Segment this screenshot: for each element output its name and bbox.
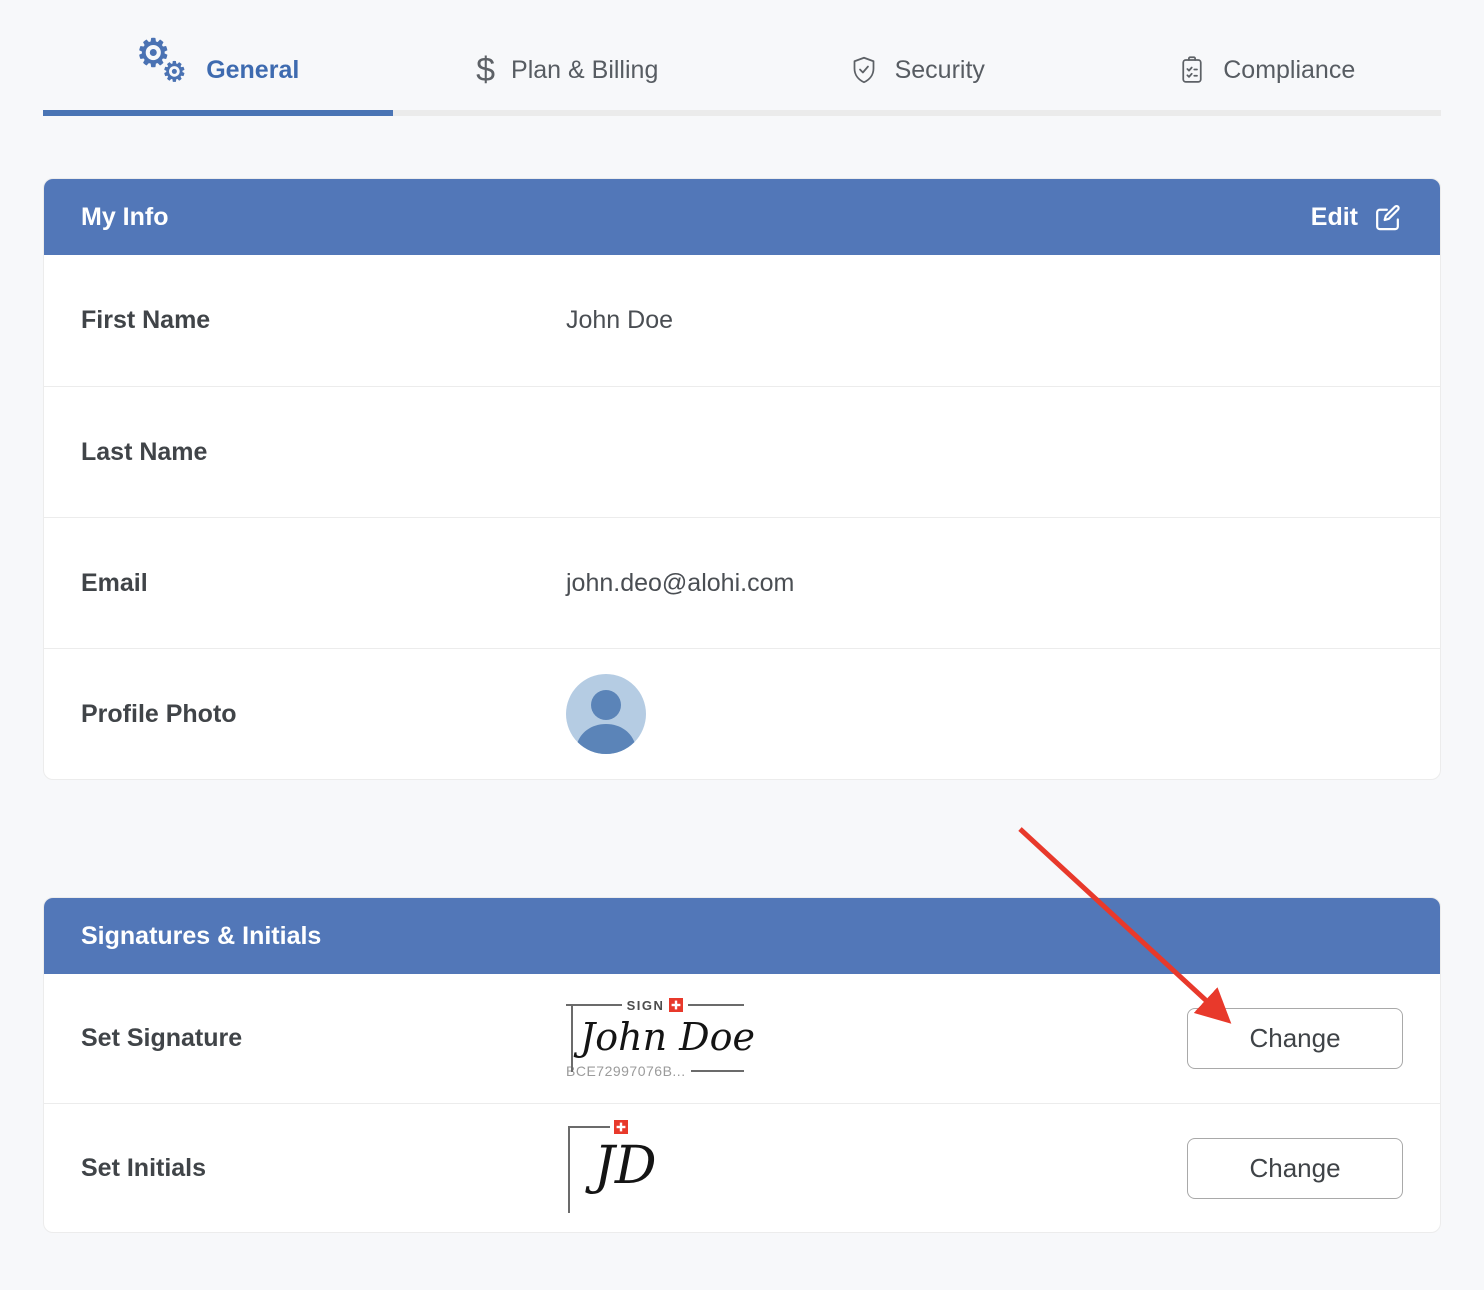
initials-script-text: JD <box>594 1136 657 1196</box>
gears-icon: ⚙ ⚙ <box>136 33 187 87</box>
change-signature-button-label: Change <box>1249 1023 1341 1053</box>
signature-script-text: John Doe <box>580 1014 755 1059</box>
shield-check-icon <box>853 56 874 84</box>
set-signature-row: Set Signature SIGN John Doe BCE72997076B… <box>44 974 1440 1103</box>
signature-preview: SIGN John Doe BCE72997076B... <box>566 997 755 1080</box>
tab-plan-billing[interactable]: $ Plan & Billing <box>392 30 742 116</box>
my-info-card: My Info Edit First Name John Doe Last Na… <box>43 178 1441 780</box>
tab-compliance[interactable]: Compliance <box>1091 30 1441 116</box>
email-value: john.deo@alohi.com <box>566 568 795 597</box>
change-signature-button[interactable]: Change <box>1187 1008 1403 1069</box>
set-signature-label: Set Signature <box>81 1024 243 1052</box>
signature-frame-line <box>571 1005 573 1072</box>
tab-security-label: Security <box>894 55 985 84</box>
profile-photo-avatar[interactable] <box>566 674 646 754</box>
set-initials-label: Set Initials <box>81 1153 207 1182</box>
first-name-row: First Name John Doe <box>44 255 1440 386</box>
sign-brand-label: SIGN <box>626 997 665 1013</box>
first-name-value: John Doe <box>566 306 674 334</box>
tab-plan-billing-label: Plan & Billing <box>511 55 659 84</box>
initials-frame-line <box>568 1126 610 1128</box>
signature-frame-line <box>566 1004 622 1007</box>
signature-frame-line <box>688 1004 745 1007</box>
tab-general-label: General <box>206 55 300 84</box>
signatures-title: Signatures & Initials <box>81 921 322 950</box>
last-name-row: Last Name <box>44 386 1440 517</box>
signature-frame-line <box>690 1070 744 1073</box>
profile-photo-label: Profile Photo <box>81 699 237 728</box>
change-initials-button-label: Change <box>1249 1152 1341 1183</box>
swiss-cross-icon <box>614 1120 628 1134</box>
signatures-card: Signatures & Initials Set Signature SIGN… <box>43 897 1441 1233</box>
edit-button[interactable]: Edit <box>1311 202 1403 233</box>
my-info-header: My Info Edit <box>44 179 1440 255</box>
first-name-label: First Name <box>81 306 211 334</box>
edit-button-label: Edit <box>1310 202 1358 231</box>
email-row: Email john.deo@alohi.com <box>44 517 1440 648</box>
my-info-title: My Info <box>81 202 169 231</box>
clipboard-check-icon <box>1182 56 1202 83</box>
signature-certificate-code: BCE72997076B... <box>566 1063 686 1080</box>
change-initials-button[interactable]: Change <box>1187 1137 1403 1199</box>
tab-compliance-label: Compliance <box>1223 55 1356 84</box>
profile-photo-row: Profile Photo <box>44 648 1440 779</box>
initials-preview: JD <box>566 1120 716 1216</box>
dollar-icon: $ <box>476 51 496 89</box>
settings-tab-bar: ⚙ ⚙ General $ Plan & Billing Security Co… <box>43 30 1441 116</box>
signatures-header: Signatures & Initials <box>44 898 1440 974</box>
swiss-cross-icon <box>669 998 684 1013</box>
email-label: Email <box>81 568 148 597</box>
tab-general[interactable]: ⚙ ⚙ General <box>43 30 393 116</box>
set-initials-row: Set Initials JD Change <box>44 1103 1440 1232</box>
initials-frame-line <box>568 1127 570 1213</box>
last-name-label: Last Name <box>81 437 208 466</box>
tab-security[interactable]: Security <box>742 30 1092 116</box>
settings-page: ⚙ ⚙ General $ Plan & Billing Security Co… <box>43 0 1441 1233</box>
edit-pencil-icon <box>1376 204 1400 230</box>
